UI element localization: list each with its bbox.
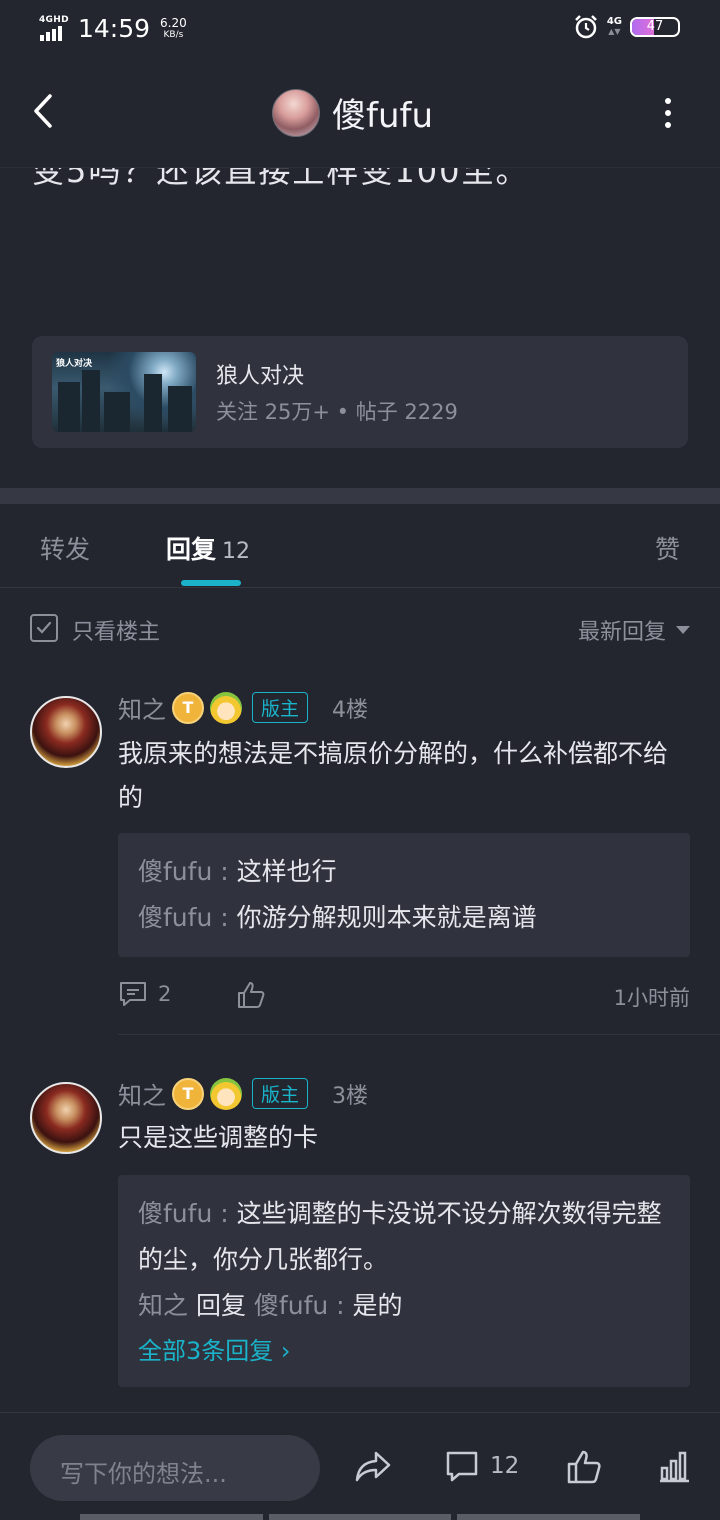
thumb-up-icon[interactable] xyxy=(236,980,266,1010)
sub-replies[interactable]: 傻fufu : 这样也行 傻fufu : 你游分解规则本来就是离谱 xyxy=(118,833,690,957)
caret-down-icon xyxy=(676,626,690,634)
medal-icon: T xyxy=(172,691,204,724)
check-icon xyxy=(36,621,52,634)
tab-reply-label: 回复 xyxy=(166,535,217,564)
sub-replies[interactable]: 傻fufu : 这些调整的卡没说不设分解次数得完整的尘，你分几张都行。 知之 回… xyxy=(118,1175,690,1387)
floor-number: 3楼 xyxy=(332,1083,369,1109)
thumb-up-icon[interactable] xyxy=(566,1449,602,1485)
page-title[interactable]: 傻fufu xyxy=(332,88,433,137)
tab-reply[interactable]: 回复 12 xyxy=(166,530,250,566)
comment-header: 知之 T 版主 3楼 xyxy=(118,1076,368,1111)
sub-reply: 知之 回复 傻fufu : 是的 xyxy=(138,1283,670,1329)
comment-actions: 2 1小时前 xyxy=(118,976,690,1016)
status-bar: 4GHD 14:59 6.20 KB/s 4G ▲▼ 47 xyxy=(0,0,720,56)
reply-count: 2 xyxy=(158,982,172,1006)
mascot-icon xyxy=(210,1077,242,1110)
sub-reply-sep: : xyxy=(212,1199,237,1228)
battery-level: 47 xyxy=(646,19,664,34)
filter-row: 只看楼主 最新回复 xyxy=(0,604,720,652)
net-speed: 6.20 KB/s xyxy=(160,17,187,41)
reply-input[interactable]: 写下你的想法... xyxy=(30,1435,320,1501)
more-vertical-icon[interactable] xyxy=(658,98,678,128)
medal-icon: T xyxy=(172,1077,204,1110)
comment-time: 1小时前 xyxy=(613,986,690,1010)
mascot-icon xyxy=(210,691,242,724)
net-speed-unit: KB/s xyxy=(163,29,184,40)
tab-reply-count: 12 xyxy=(222,539,251,564)
comment-text[interactable]: 只是这些调整的卡 xyxy=(118,1116,690,1160)
post-author-header[interactable]: 傻fufu xyxy=(272,88,433,137)
sort-label: 最新回复 xyxy=(577,620,666,645)
sub-reply-mid: 回复 xyxy=(188,1291,254,1320)
sub-reply: 傻fufu : 这些调整的卡没说不设分解次数得完整的尘，你分几张都行。 xyxy=(138,1191,670,1283)
forum-stats: 关注 25万+ • 帖子 2229 xyxy=(216,400,458,424)
comment-divider xyxy=(118,1034,720,1035)
view-all-replies-link[interactable]: 全部3条回复 › xyxy=(138,1329,670,1373)
comment-item: 知之 T 版主 3楼 只是这些调整的卡 傻fufu : 这些调整的卡没说不设分解… xyxy=(0,1062,720,1412)
signal-icon: 4GHD xyxy=(38,14,70,42)
bottom-bar: 写下你的想法... 12 xyxy=(0,1412,720,1520)
comment-count: 12 xyxy=(490,1453,520,1479)
sub-reply: 傻fufu : 这样也行 xyxy=(138,849,670,895)
comment-header: 知之 T 版主 4楼 xyxy=(118,690,368,725)
forum-name: 狼人对决 xyxy=(216,364,305,389)
sub-reply-sep: : xyxy=(328,1291,353,1320)
forum-thumb-badge: 狼人对决 xyxy=(56,359,93,369)
share-icon[interactable] xyxy=(354,1449,392,1485)
section-divider xyxy=(0,488,720,504)
battery-icon: 47 xyxy=(630,17,680,37)
reply-button[interactable]: 2 xyxy=(118,980,171,1008)
sub-reply: 傻fufu : 你游分解规则本来就是离谱 xyxy=(138,895,670,941)
gesture-indicator xyxy=(80,1514,641,1520)
floor-number: 4楼 xyxy=(332,697,369,723)
only-owner-label[interactable]: 只看楼主 xyxy=(72,614,160,646)
sub-reply-text: 这样也行 xyxy=(236,857,337,886)
reply-input-placeholder: 写下你的想法... xyxy=(60,1460,227,1488)
avatar[interactable] xyxy=(30,696,102,768)
top-app-bar: 傻fufu xyxy=(0,56,720,168)
active-tab-indicator xyxy=(181,580,241,586)
clock: 14:59 xyxy=(78,14,151,43)
sub-reply-text: 你游分解规则本来就是离谱 xyxy=(236,903,537,932)
comment-icon xyxy=(120,982,146,1006)
data-arrows-icon: ▲▼ xyxy=(608,27,621,36)
tab-like[interactable]: 赞 xyxy=(655,530,680,566)
avatar[interactable] xyxy=(272,88,320,137)
sub-reply-user[interactable]: 傻fufu xyxy=(138,1199,212,1228)
sub-reply-user[interactable]: 知之 xyxy=(138,1291,188,1320)
comment-icon[interactable] xyxy=(444,1449,480,1485)
network-label: 4GHD xyxy=(39,14,69,25)
chevron-left-icon[interactable] xyxy=(26,88,62,134)
alarm-icon xyxy=(574,15,597,39)
sub-reply-sep: : xyxy=(212,857,237,886)
sub-reply-text: 是的 xyxy=(352,1291,403,1320)
moderator-badge: 版主 xyxy=(252,692,309,723)
tab-bar: 转发 回复 12 赞 xyxy=(0,504,720,588)
comment-author[interactable]: 知之 xyxy=(118,1076,166,1111)
mobile-network-indicator: 4G ▲▼ xyxy=(607,17,622,37)
forum-card[interactable]: 狼人对决 狼人对决 关注 25万+ • 帖子 2229 xyxy=(32,336,688,448)
forum-thumbnail: 狼人对决 xyxy=(52,352,196,432)
avatar[interactable] xyxy=(30,1082,102,1154)
moderator-badge: 版主 xyxy=(252,1078,309,1109)
comment-item: 知之 T 版主 4楼 我原来的想法是不搞原价分解的，什么补偿都不给的 傻fufu… xyxy=(0,676,720,1036)
sub-reply-user[interactable]: 傻fufu xyxy=(138,903,212,932)
net-speed-value: 6.20 xyxy=(160,15,187,30)
comment-author[interactable]: 知之 xyxy=(118,690,166,725)
sub-reply-target[interactable]: 傻fufu xyxy=(254,1291,328,1320)
only-owner-checkbox[interactable] xyxy=(30,614,58,642)
stats-icon[interactable] xyxy=(656,1449,692,1485)
sub-reply-sep: : xyxy=(212,903,237,932)
sort-dropdown[interactable]: 最新回复 xyxy=(578,614,690,646)
sub-reply-user[interactable]: 傻fufu xyxy=(138,857,212,886)
tab-forward[interactable]: 转发 xyxy=(40,530,90,566)
network-right-label: 4G xyxy=(606,16,622,27)
comment-text[interactable]: 我原来的想法是不搞原价分解的，什么补偿都不给的 xyxy=(118,732,690,820)
